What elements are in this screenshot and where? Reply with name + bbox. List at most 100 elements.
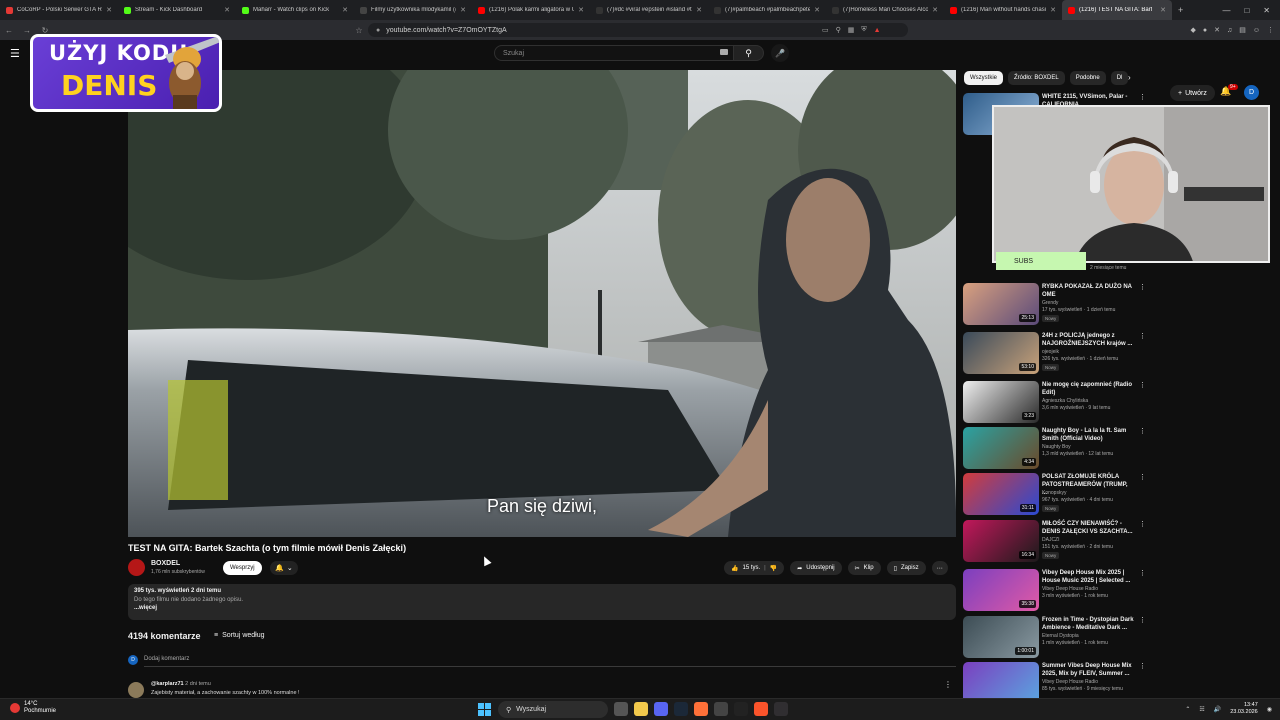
recommended-title[interactable]: Nie mogę cię zapomnieć (Radio Edit): [1042, 381, 1134, 397]
browser-tab[interactable]: (1216) Man without hands chasing ✕: [944, 0, 1062, 20]
tab-close-icon[interactable]: ✕: [1160, 6, 1166, 14]
maximize-icon[interactable]: □: [1244, 6, 1249, 15]
steam-icon[interactable]: [674, 702, 688, 716]
voice-search-button[interactable]: 🎤: [771, 44, 789, 62]
search-button[interactable]: ⚲: [734, 45, 764, 61]
recommended-title[interactable]: Vibey Deep House Mix 2025 | House Music …: [1042, 569, 1134, 585]
tab-close-icon[interactable]: ✕: [224, 6, 230, 14]
recommended-channel[interactable]: Konopskyy: [1042, 490, 1066, 496]
recommended-channel[interactable]: Vibey Deep House Radio: [1042, 679, 1098, 685]
site-info-icon[interactable]: ●: [376, 27, 380, 34]
browser-tab[interactable]: Stream - Kick Dashboard ✕: [118, 0, 236, 20]
music-icon[interactable]: ♫: [1227, 27, 1232, 34]
more-options-icon[interactable]: ⋮: [1139, 332, 1146, 340]
like-button[interactable]: 👍 15 tys. | 👎: [724, 561, 785, 575]
comment-author-avatar[interactable]: [128, 682, 144, 698]
weather-widget[interactable]: 14°C Pochmurnie: [10, 701, 56, 715]
video-thumbnail[interactable]: 1:00:01: [963, 616, 1039, 658]
close-icon[interactable]: ✕: [1214, 26, 1220, 34]
recommended-video[interactable]: 4:34 Naughty Boy - La la la ft. Sam Smith…: [963, 427, 1146, 471]
app-icon[interactable]: [714, 702, 728, 716]
video-thumbnail[interactable]: 3:23: [963, 381, 1039, 423]
app-icon[interactable]: [734, 702, 748, 716]
video-thumbnail[interactable]: 53:10: [963, 332, 1039, 374]
more-options-icon[interactable]: ⋮: [1139, 283, 1146, 291]
extension-icon[interactable]: ●: [1203, 27, 1207, 34]
sidebar-icon[interactable]: ▤: [1239, 26, 1246, 34]
keyboard-icon[interactable]: [720, 49, 728, 55]
cast-icon[interactable]: ▭: [822, 26, 829, 34]
recommended-video[interactable]: 53:10 24H z POLICJĄ jednego z NAJGROŹNIEJ…: [963, 332, 1146, 376]
recommended-video[interactable]: 25:13 RYBKA POKAZAŁ ZA DUŻO NA OME Grendy 1…: [963, 283, 1146, 327]
save-button[interactable]: ▯ Zapisz: [886, 561, 926, 575]
recommended-video[interactable]: 35:38 Vibey Deep House Mix 2025 | House M…: [963, 569, 1146, 613]
volume-icon[interactable]: 🔊: [1214, 706, 1221, 713]
video-thumbnail[interactable]: 25:13: [963, 283, 1039, 325]
notifications-icon[interactable]: ◉: [1267, 706, 1272, 713]
tab-close-icon[interactable]: ✕: [1050, 6, 1056, 14]
search-input[interactable]: Szukaj: [494, 45, 734, 61]
tab-close-icon[interactable]: ✕: [696, 6, 702, 14]
browser-tab[interactable]: Maharr - Watch clips on Kick ✕: [236, 0, 354, 20]
channel-avatar[interactable]: [128, 559, 145, 576]
recommended-channel[interactable]: ojeojeik: [1042, 349, 1059, 355]
recommended-channel[interactable]: Grendy: [1042, 300, 1058, 306]
recommended-video[interactable]: 1:00:01 Frozen in Time - Dystopian Dark A…: [963, 616, 1146, 660]
show-more-link[interactable]: ...więcej: [134, 605, 950, 611]
close-window-icon[interactable]: ✕: [1263, 6, 1270, 15]
filter-chip[interactable]: Dl: [1110, 71, 1129, 85]
filter-chip[interactable]: Źródło: BOXDEL: [1008, 71, 1065, 85]
new-tab-button[interactable]: +: [1172, 5, 1189, 15]
windows-start-icon[interactable]: [478, 703, 491, 716]
video-thumbnail[interactable]: 16:34: [963, 520, 1039, 562]
recommended-channel[interactable]: Eternal Dystopia: [1042, 633, 1079, 639]
share-button[interactable]: ➦ Udostępnij: [790, 561, 842, 575]
firefox-icon[interactable]: [694, 702, 708, 716]
translate-icon[interactable]: ▦: [848, 26, 855, 34]
recommended-channel[interactable]: Vibey Deep House Radio: [1042, 586, 1098, 592]
more-options-icon[interactable]: ⋮: [1139, 427, 1146, 435]
tray-chevron-icon[interactable]: ⌃: [1185, 706, 1190, 713]
tab-close-icon[interactable]: ✕: [814, 6, 820, 14]
video-thumbnail[interactable]: 35:38: [963, 569, 1039, 611]
taskview-icon[interactable]: [614, 702, 628, 716]
add-comment-input[interactable]: Dodaj komentarz: [144, 656, 189, 662]
file-explorer-icon[interactable]: [634, 702, 648, 716]
browser-tab[interactable]: (7)Homeless Man Chooses Alcoh ✕: [826, 0, 944, 20]
minimize-icon[interactable]: —: [1222, 6, 1230, 15]
browser-tab[interactable]: (7)#palmbeach #palmbeachpete # ✕: [708, 0, 826, 20]
back-icon[interactable]: ←: [0, 26, 18, 35]
channel-name[interactable]: BOXDEL: [151, 560, 180, 567]
recommended-title[interactable]: 24H z POLICJĄ jednego z NAJGROŹNIEJSZYCH…: [1042, 332, 1134, 348]
comment-author[interactable]: @karplarz71 2 dni temu: [151, 681, 211, 687]
more-actions-button[interactable]: ⋯: [931, 561, 948, 575]
more-options-icon[interactable]: ⋮: [1139, 662, 1146, 670]
recommended-video[interactable]: 31:11 POLSAT ZŁOMUJE KRÓLA PATOSTREAMERÓW…: [963, 473, 1146, 517]
recommended-video[interactable]: 16:34 MIŁOŚĆ CZY NIENAWIŚĆ? - DENIS ZAŁĘC…: [963, 520, 1146, 564]
filter-chip[interactable]: Wszystkie: [964, 71, 1003, 85]
recommended-channel[interactable]: Agnieszka Chylińska: [1042, 398, 1088, 404]
more-options-icon[interactable]: ⋮: [1139, 520, 1146, 528]
shield-icon[interactable]: ⛨: [861, 26, 866, 34]
more-options-icon[interactable]: ⋮: [1139, 616, 1146, 624]
tab-close-icon[interactable]: ✕: [932, 6, 938, 14]
comment-username[interactable]: @karplarz71: [151, 681, 184, 687]
browser-tab[interactable]: CoCoRP - Polski Serwer GTA RP W ✕: [0, 0, 118, 20]
menu-icon[interactable]: ⋮: [1267, 26, 1274, 34]
tab-close-icon[interactable]: ✕: [460, 6, 466, 14]
recommended-channel[interactable]: Naughty Boy: [1042, 444, 1071, 450]
comment-more-icon[interactable]: ⋮: [944, 680, 952, 689]
tab-close-icon[interactable]: ✕: [578, 6, 584, 14]
more-options-icon[interactable]: ⋮: [1139, 473, 1146, 481]
clock[interactable]: 13:47 23.03.2026: [1230, 702, 1258, 716]
recommended-channel[interactable]: DAJCZI: [1042, 537, 1060, 543]
browser-tab[interactable]: (7)#dc #viral #epstein #island #tre ✕: [590, 0, 708, 20]
forward-icon[interactable]: →: [18, 26, 36, 35]
recommended-title[interactable]: Naughty Boy - La la la ft. Sam Smith (Of…: [1042, 427, 1134, 443]
thumb-down-icon[interactable]: 👎: [770, 565, 777, 572]
subscription-bell-button[interactable]: 🔔 ⌄: [270, 561, 298, 575]
clip-button[interactable]: ✂ Klip: [847, 561, 881, 575]
brave-icon[interactable]: [754, 702, 768, 716]
video-player[interactable]: Pan się dziwi,: [128, 70, 956, 537]
filter-chip[interactable]: Podobne: [1069, 71, 1106, 85]
